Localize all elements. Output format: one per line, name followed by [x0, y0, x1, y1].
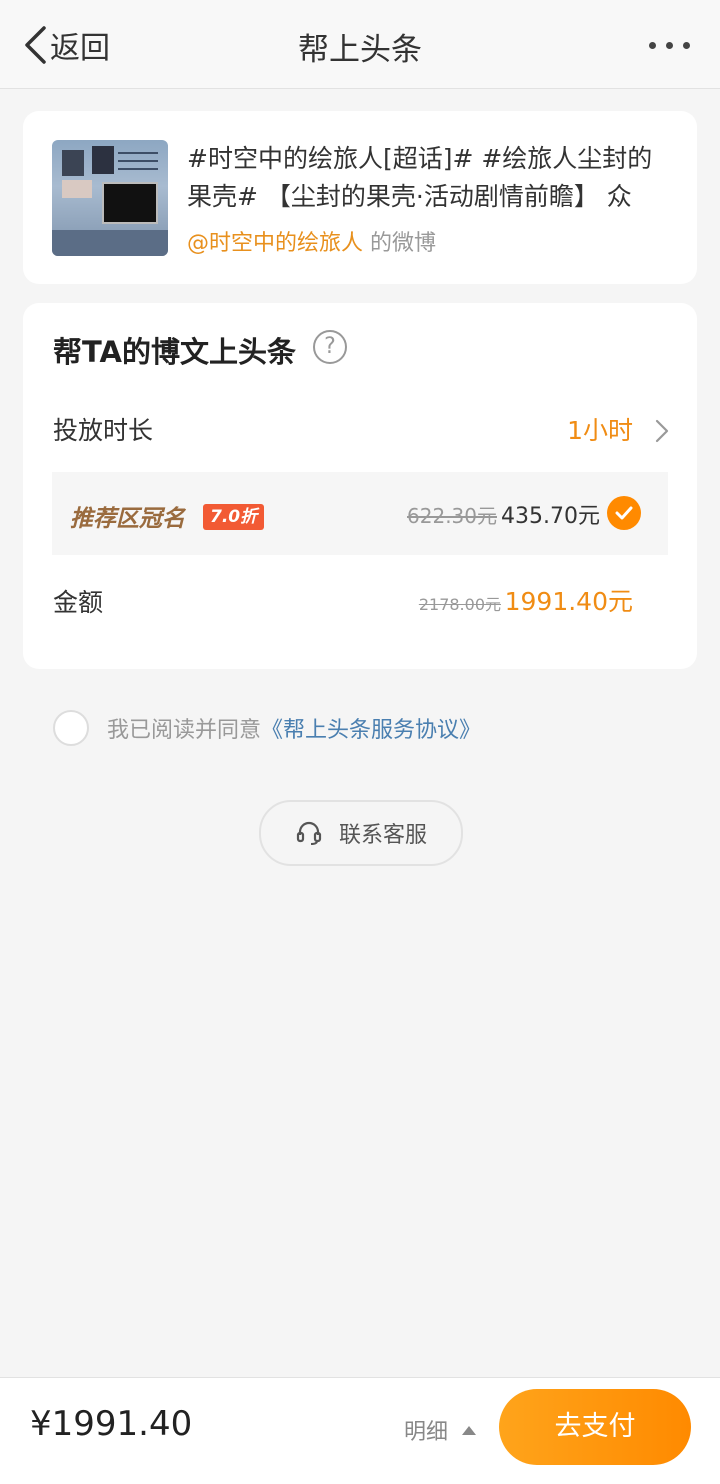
amount-original: 2178.00元	[418, 595, 501, 614]
page-title: 帮上头条	[298, 32, 422, 68]
amount-label: 金额	[53, 588, 104, 617]
agreement-checkbox[interactable]	[53, 710, 89, 746]
total-price: ¥1991.40	[30, 1404, 193, 1444]
help-icon[interactable]: ?	[313, 330, 347, 364]
contact-support-button[interactable]: 联系客服	[259, 800, 463, 866]
more-icon[interactable]	[649, 42, 690, 49]
package-price: 435.70元	[501, 504, 600, 529]
agreement-row: 我已阅读并同意 《帮上头条服务协议》	[53, 710, 481, 746]
package-option[interactable]: 推荐区冠名 7.0折 622.30元 435.70元	[52, 472, 668, 555]
discount-badge: 7.0折	[203, 504, 265, 530]
chevron-right-icon[interactable]	[655, 419, 669, 443]
footer-bar: ¥1991.40 明细 去支付	[0, 1377, 720, 1484]
contact-support-label: 联系客服	[338, 823, 427, 848]
detail-toggle[interactable]: 明细	[404, 1414, 477, 1446]
package-original-price: 622.30元	[407, 504, 497, 528]
check-icon[interactable]	[607, 496, 641, 530]
top-bar: 返回 帮上头条	[0, 0, 720, 89]
duration-label: 投放时长	[53, 416, 154, 445]
agreement-link[interactable]: 《帮上头条服务协议》	[261, 712, 481, 744]
package-name: 推荐区冠名	[70, 506, 185, 532]
headset-icon	[296, 821, 322, 845]
promo-card: 帮TA的博文上头条 ? 投放时长 1小时 推荐区冠名 7.0折 622.30元 …	[23, 303, 697, 669]
author-suffix: 的微博	[370, 231, 437, 256]
amount-value: 1991.40元	[504, 587, 633, 616]
post-card[interactable]: #时空中的绘旅人[超话]# #绘旅人尘封的果壳# 【尘封的果壳·活动剧情前瞻】 …	[23, 111, 697, 284]
promo-title: 帮TA的博文上头条	[53, 335, 296, 369]
agreement-text: 我已阅读并同意	[107, 718, 262, 743]
post-thumbnail	[52, 140, 168, 256]
pay-button[interactable]: 去支付	[499, 1389, 691, 1465]
duration-value[interactable]: 1小时	[567, 411, 633, 447]
detail-label: 明细	[404, 1420, 449, 1445]
author-link[interactable]: @时空中的绘旅人	[187, 231, 363, 256]
post-text: #时空中的绘旅人[超话]# #绘旅人尘封的果壳# 【尘封的果壳·活动剧情前瞻】 …	[187, 144, 653, 211]
post-author: @时空中的绘旅人 的微博	[187, 225, 436, 257]
triangle-up-icon	[462, 1425, 477, 1435]
